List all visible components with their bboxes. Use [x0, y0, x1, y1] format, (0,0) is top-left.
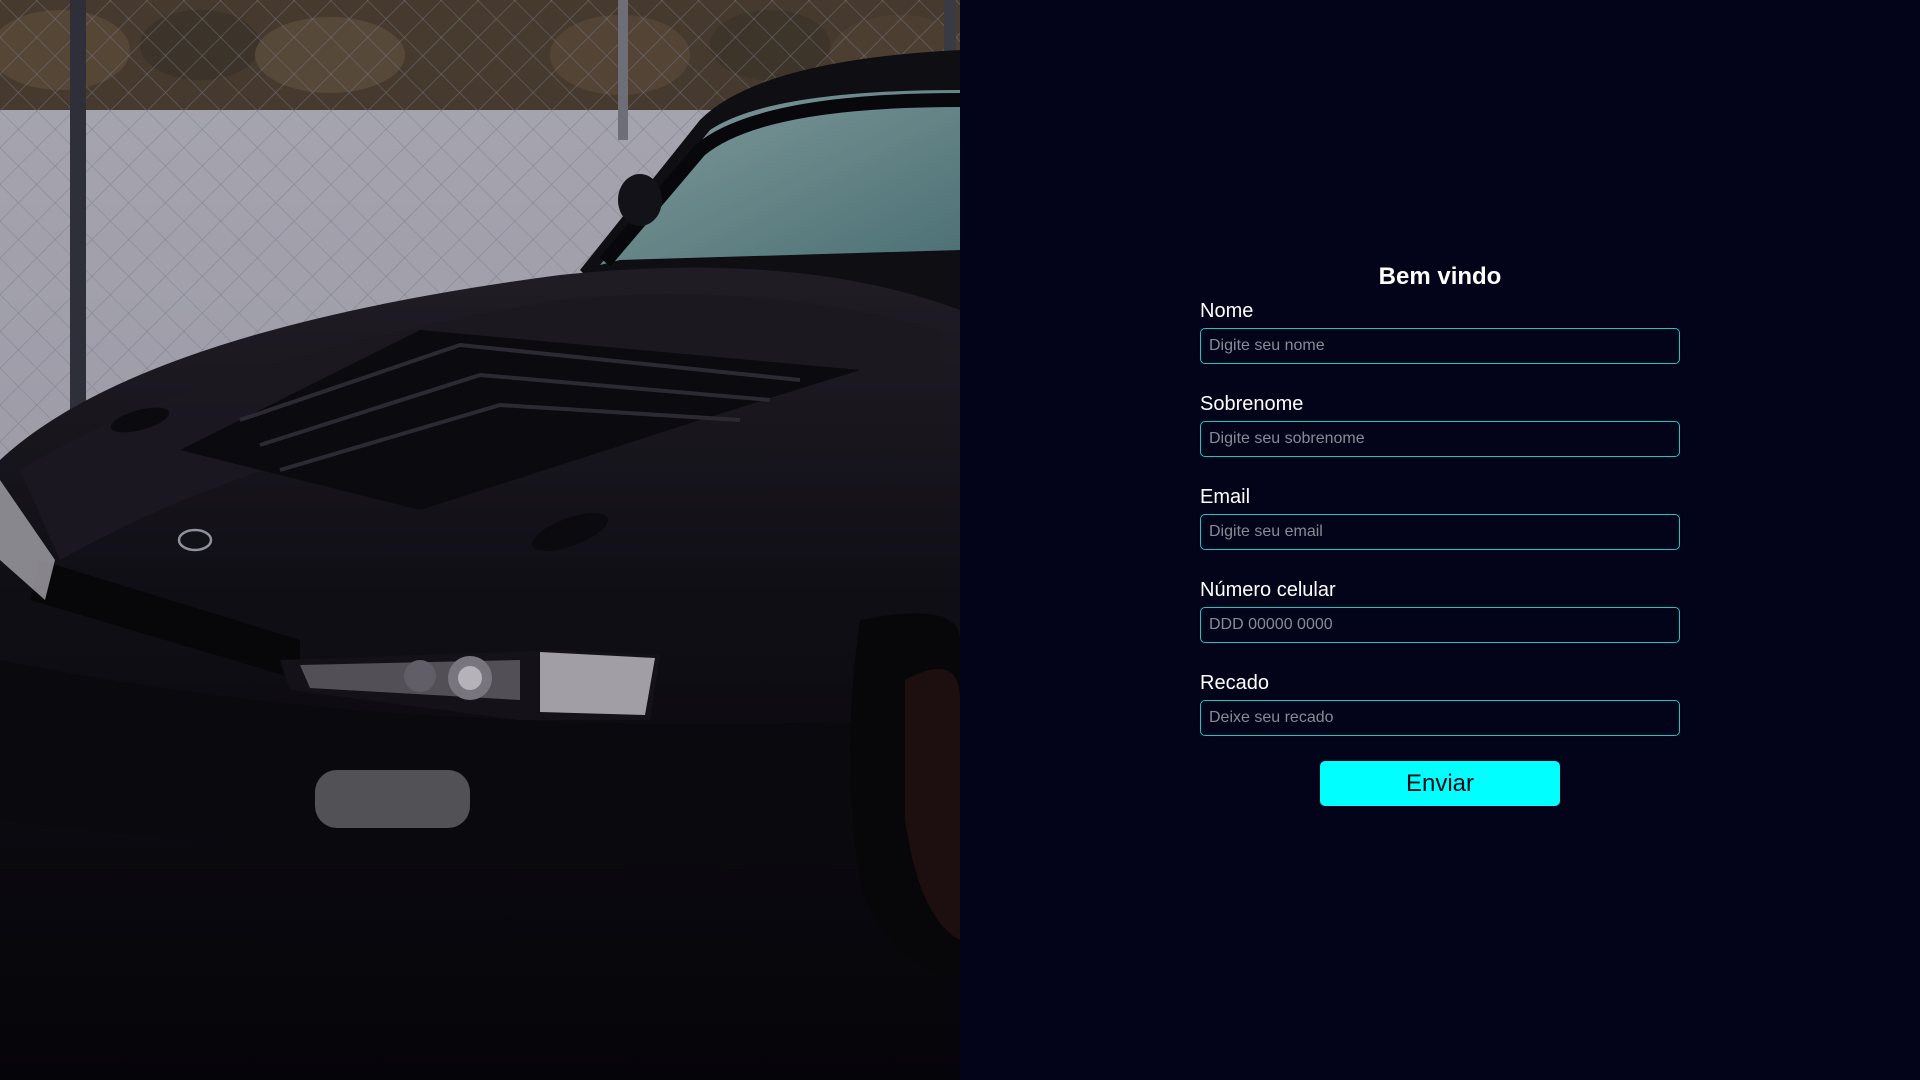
surname-label: Sobrenome: [1200, 393, 1304, 415]
message-label: Recado: [1200, 672, 1269, 694]
contact-form: Bem vindo Nome Sobrenome Email Número ce…: [1200, 262, 1680, 806]
name-label: Nome: [1200, 300, 1254, 322]
phone-input[interactable]: [1200, 607, 1680, 643]
car-photo: [0, 0, 960, 1080]
page: Bem vindo Nome Sobrenome Email Número ce…: [0, 0, 1920, 1080]
message-field-group: Recado: [1200, 670, 1680, 736]
submit-wrap: Enviar: [1200, 761, 1680, 806]
surname-input[interactable]: [1200, 421, 1680, 457]
form-title: Bem vindo: [1378, 263, 1502, 290]
form-panel: Bem vindo Nome Sobrenome Email Número ce…: [960, 0, 1920, 1080]
submit-button[interactable]: Enviar: [1320, 761, 1560, 806]
phone-label: Número celular: [1200, 579, 1336, 601]
car-illustration: [0, 0, 960, 1080]
surname-field-group: Sobrenome: [1200, 391, 1680, 457]
email-input[interactable]: [1200, 514, 1680, 550]
name-field-group: Nome: [1200, 298, 1680, 364]
email-label: Email: [1200, 486, 1251, 508]
phone-field-group: Número celular: [1200, 577, 1680, 643]
name-input[interactable]: [1200, 328, 1680, 364]
message-input[interactable]: [1200, 700, 1680, 736]
email-field-group: Email: [1200, 484, 1680, 550]
